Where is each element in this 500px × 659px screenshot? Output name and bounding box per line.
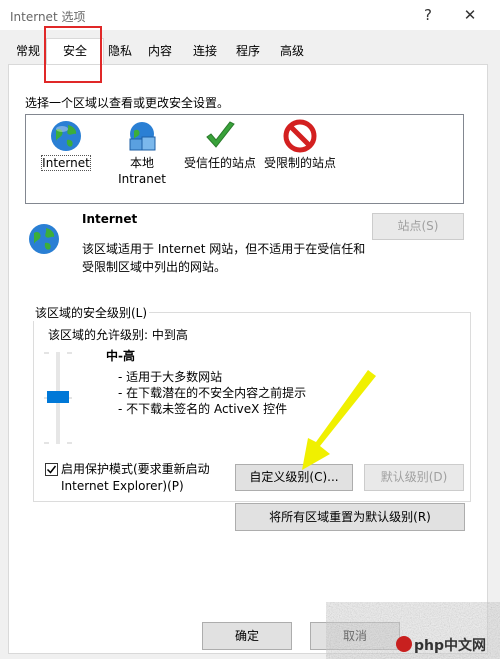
zone-detail-description: 该区域适用于 Internet 网站，但不适用于在受信任和受限制区域中列出的网站…: [82, 242, 366, 274]
zone-list: Internet 本地 Intranet 受信任的站点 受限制的站点: [25, 114, 464, 204]
level-point: - 适用于大多数网站: [118, 370, 223, 384]
trusted-check-icon: [206, 121, 235, 148]
zone-detail-title: Internet: [82, 212, 138, 226]
php-logo-icon: [396, 636, 412, 652]
tab-advanced[interactable]: 高级: [274, 41, 310, 63]
level-title: 中-高: [106, 349, 135, 363]
zone-instruction: 选择一个区域以查看或更改安全设置。: [25, 96, 230, 110]
zone-trusted-label: 受信任的站点: [183, 156, 256, 170]
zone-trusted-sites[interactable]: 受信任的站点: [180, 119, 260, 171]
tab-programs[interactable]: 程序: [230, 41, 266, 63]
zone-restricted-sites[interactable]: 受限制的站点: [260, 119, 340, 171]
level-point: - 在下载潜在的不安全内容之前提示: [118, 386, 307, 400]
zone-restricted-label: 受限制的站点: [263, 156, 336, 170]
globe-icon: [51, 121, 81, 151]
sites-button[interactable]: 站点(S): [372, 213, 464, 240]
help-button[interactable]: ?: [414, 4, 442, 26]
tab-general[interactable]: 常规: [10, 41, 46, 63]
protected-mode-label-line2: Internet Explorer)(P): [61, 479, 184, 493]
reset-all-zones-button[interactable]: 将所有区域重置为默认级别(R): [235, 503, 465, 531]
level-description: - 适用于大多数网站 - 在下载潜在的不安全内容之前提示 - 不下载未签名的 A…: [118, 369, 306, 417]
checkmark-icon: [46, 465, 57, 474]
globe-icon: [29, 224, 59, 254]
zone-internet-label: Internet: [41, 155, 91, 171]
zone-local-intranet[interactable]: 本地 Intranet: [110, 119, 174, 187]
ok-button[interactable]: 确定: [202, 622, 292, 650]
allowed-level-text: 该区域的允许级别: 中到高: [48, 328, 188, 342]
security-level-group-label: 该区域的安全级别(L): [33, 304, 150, 321]
protected-mode-label[interactable]: 启用保护模式(要求重新启动 Internet Explorer)(P): [61, 461, 210, 495]
tab-privacy[interactable]: 隐私: [102, 41, 138, 63]
tab-connections[interactable]: 连接: [187, 41, 223, 63]
tab-content[interactable]: 内容: [142, 41, 178, 63]
zone-internet[interactable]: Internet: [34, 119, 98, 171]
zone-local-label-2: Intranet: [118, 172, 166, 186]
tab-highlight-box: [44, 26, 102, 83]
yellow-arrow-annotation: [302, 370, 376, 470]
window-title: Internet 选项: [10, 10, 86, 24]
protected-mode-label-line1: 启用保护模式(要求重新启动: [61, 462, 210, 476]
security-level-slider-thumb[interactable]: [47, 391, 69, 403]
watermark-text: php中文网: [414, 638, 487, 654]
zone-local-label-1: 本地: [129, 156, 154, 170]
close-button[interactable]: ✕: [456, 4, 484, 26]
level-point: - 不下载未签名的 ActiveX 控件: [118, 402, 288, 416]
local-intranet-icon: [129, 122, 156, 151]
restricted-icon: [283, 119, 317, 153]
protected-mode-checkbox[interactable]: [45, 463, 58, 476]
